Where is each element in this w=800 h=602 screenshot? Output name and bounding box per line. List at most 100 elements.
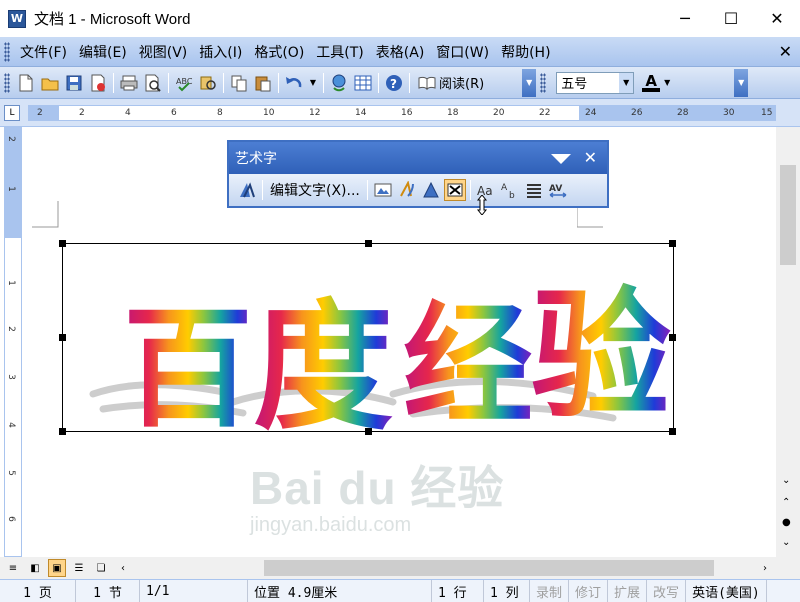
paste-icon[interactable] (252, 72, 274, 94)
vertical-text-icon[interactable]: Ab (499, 179, 521, 201)
status-position: 位置 4.9厘米 (248, 579, 432, 602)
wordart-toolbar-titlebar[interactable]: 艺术字 ✕ (229, 142, 607, 174)
maximize-button[interactable]: ☐ (708, 0, 754, 37)
resize-handle[interactable] (669, 240, 676, 247)
resize-handle[interactable] (669, 334, 676, 341)
text-wrapping-icon[interactable] (443, 179, 466, 201)
spelling-icon[interactable]: ABC (173, 72, 195, 94)
ruler-tick: 15 (761, 108, 773, 118)
copy-icon[interactable] (228, 72, 250, 94)
menu-edit[interactable]: 编辑(E) (73, 42, 133, 62)
web-view-icon[interactable]: ◧ (26, 559, 44, 577)
help-icon[interactable]: ? (383, 72, 405, 94)
hyperlink-icon[interactable] (328, 72, 350, 94)
toolbar-options-icon[interactable] (551, 154, 571, 164)
wordart-toolbar: 艺术字 ✕ 编辑文字(X)... Aa Ab AV (227, 140, 609, 208)
toolbar-options-icon[interactable]: ▼ (522, 68, 537, 97)
menu-tools[interactable]: 工具(T) (310, 42, 369, 62)
wordart-shape-icon[interactable] (420, 179, 442, 201)
toolbar-grip[interactable] (4, 72, 10, 93)
status-page: 1 页 (0, 579, 76, 602)
save-icon[interactable] (63, 72, 85, 94)
insert-wordart-icon[interactable] (236, 179, 258, 201)
format-wordart-icon[interactable] (396, 179, 418, 201)
status-overtype[interactable]: 改写 (647, 579, 687, 602)
resize-handle[interactable] (59, 428, 66, 435)
edit-text-button[interactable]: 编辑文字(X)... (270, 180, 360, 200)
status-bar: 1 页 1 节 1/1 位置 4.9厘米 1 行 1 列 录制 修订 扩展 改写… (0, 579, 800, 602)
status-track-changes[interactable]: 修订 (569, 579, 609, 602)
wordart-gallery-icon[interactable] (372, 179, 394, 201)
toolbar-separator (378, 72, 379, 93)
horizontal-ruler-row: L 2 2 4 6 8 10 12 14 16 18 20 22 24 26 2… (0, 99, 800, 127)
status-extend[interactable]: 扩展 (608, 579, 648, 602)
wordart-toolbar-title: 艺术字 (235, 151, 277, 167)
reading-layout-button[interactable]: 阅读(R) (415, 72, 484, 94)
ruler-tick: 14 (355, 108, 367, 118)
normal-view-icon[interactable]: ≡ (4, 559, 22, 577)
menu-help[interactable]: 帮助(H) (495, 42, 556, 62)
menu-format[interactable]: 格式(O) (248, 42, 310, 62)
word-app-icon[interactable]: W (8, 9, 26, 28)
scroll-right-icon[interactable]: › (756, 559, 774, 577)
insert-table-icon[interactable] (352, 72, 374, 94)
scroll-left-icon[interactable]: ‹ (114, 559, 132, 577)
wordart-toolbar-close-icon[interactable]: ✕ (584, 148, 597, 167)
print-icon[interactable] (118, 72, 140, 94)
resize-handle[interactable] (59, 334, 66, 341)
menu-window[interactable]: 窗口(W) (430, 42, 495, 62)
vruler-tick: 6 (5, 516, 16, 522)
previous-page-icon[interactable]: ⌃ (782, 497, 790, 508)
alignment-icon[interactable] (523, 179, 545, 201)
font-color-dropdown-icon[interactable]: ▼ (661, 72, 673, 94)
resize-handle[interactable] (669, 428, 676, 435)
menu-file[interactable]: 文件(F) (14, 42, 73, 62)
toolbar-separator (409, 72, 410, 93)
research-icon[interactable] (197, 72, 219, 94)
window-title: 文档 1 - Microsoft Word (34, 11, 191, 28)
format-toolbar-options-icon[interactable]: ▼ (734, 68, 749, 97)
close-document-icon[interactable]: ✕ (779, 42, 792, 61)
close-button[interactable]: ✕ (754, 0, 800, 37)
menu-insert[interactable]: 插入(I) (193, 42, 248, 62)
vertical-scroll-thumb[interactable] (780, 165, 796, 265)
wordart-object[interactable]: 百 度 经 验 (59, 240, 676, 435)
horizontal-scroll-thumb[interactable] (264, 560, 714, 576)
next-page-icon[interactable]: ⌄ (782, 537, 790, 548)
browse-object-icon[interactable]: ● (782, 517, 791, 528)
resize-handle[interactable] (365, 428, 372, 435)
horizontal-scrollbar-row: ≡ ◧ ▣ ☰ ❏ ‹ › (0, 557, 800, 579)
window-controls: ─ ☐ ✕ (662, 0, 800, 37)
undo-icon[interactable] (283, 72, 305, 94)
character-spacing-icon[interactable]: AV (547, 179, 569, 201)
tab-selector-icon[interactable]: L (4, 105, 20, 121)
menu-grip[interactable] (4, 41, 10, 62)
vruler-tick: 2 (5, 326, 16, 332)
menu-table[interactable]: 表格(A) (370, 42, 431, 62)
reading-view-icon[interactable]: ❏ (92, 559, 110, 577)
font-color-button[interactable]: A (642, 73, 661, 92)
ruler-tick: 12 (309, 108, 321, 118)
vertical-scrollbar[interactable]: ⌄ ⌃ ● ⌄ (776, 127, 800, 557)
status-record[interactable]: 录制 (530, 579, 570, 602)
margin-corner-left (32, 201, 59, 228)
scroll-down-icon[interactable]: ⌄ (782, 475, 790, 486)
menu-view[interactable]: 视图(V) (133, 42, 194, 62)
resize-handle[interactable] (365, 240, 372, 247)
print-preview-icon[interactable] (142, 72, 164, 94)
outline-view-icon[interactable]: ☰ (70, 559, 88, 577)
resize-cursor-icon (476, 195, 488, 215)
ruler-tick: 6 (171, 108, 177, 118)
horizontal-ruler[interactable]: 2 2 4 6 8 10 12 14 16 18 20 22 24 26 28 … (28, 105, 776, 121)
format-toolbar-grip[interactable] (540, 72, 547, 93)
print-layout-icon[interactable]: ▣ (48, 559, 66, 577)
status-language[interactable]: 英语(美国) (686, 579, 767, 602)
resize-handle[interactable] (59, 240, 66, 247)
undo-dropdown-icon[interactable]: ▼ (307, 72, 319, 94)
minimize-button[interactable]: ─ (662, 0, 708, 37)
font-size-select[interactable]: 五号 ▼ (556, 71, 635, 94)
vertical-ruler[interactable]: 2 1 1 2 3 4 5 6 (4, 127, 22, 557)
permission-icon[interactable] (87, 72, 109, 94)
new-document-icon[interactable] (15, 72, 37, 94)
open-folder-icon[interactable] (39, 72, 61, 94)
